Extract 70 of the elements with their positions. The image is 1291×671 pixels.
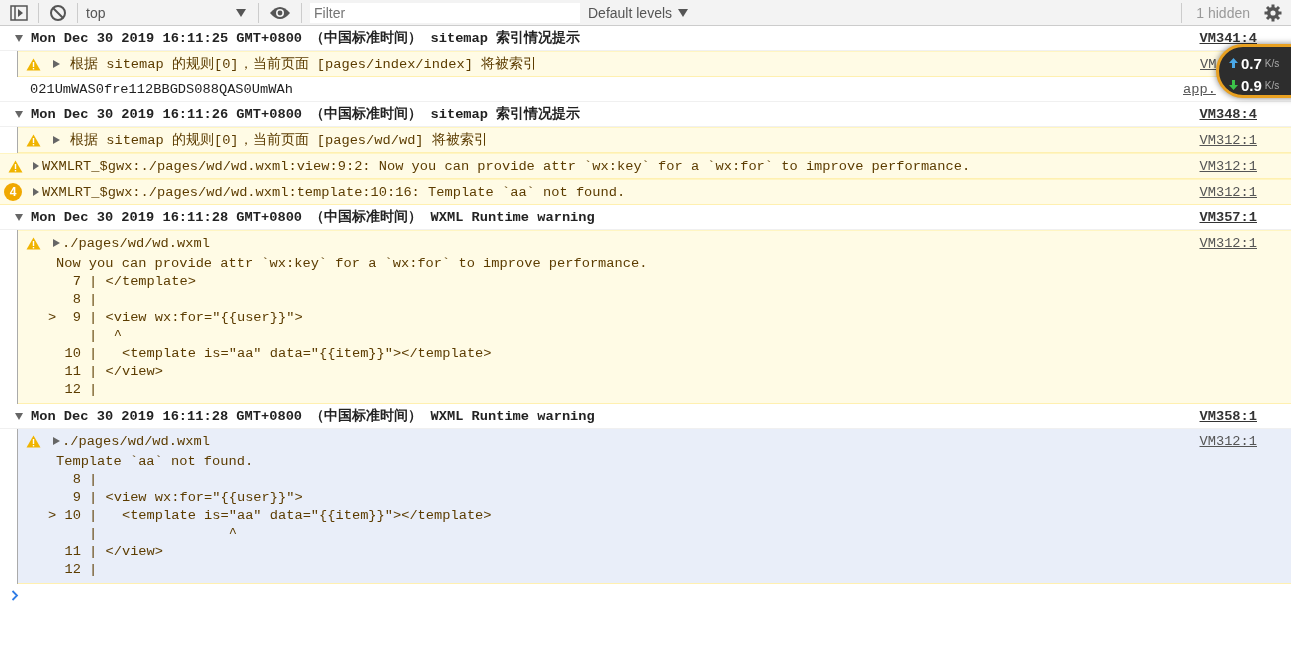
settings-icon[interactable] [1264, 3, 1282, 22]
group-title: Mon Dec 30 2019 16:11:25 GMT+0800 （中国标准时间） sitemap 索引情况提示 [31, 29, 581, 47]
warning-icon [26, 434, 41, 448]
context-select[interactable]: top [78, 4, 258, 21]
repeat-count-badge: 4 [4, 183, 22, 201]
speed-unit: K/s [1264, 57, 1280, 69]
code-line: 8 | [71, 291, 99, 309]
code-line: 11 | </view> [63, 543, 164, 561]
code-line: | ^ [88, 327, 123, 345]
prompt-chevron-icon[interactable] [11, 590, 19, 601]
source-link[interactable]: VM312:1 [1199, 235, 1257, 251]
warning-icon [8, 159, 23, 173]
download-speed: 0.9 [1241, 76, 1262, 94]
warning-detail: Now you can provide attr `wx:key` for a `wx:for` to improve performance. [56, 255, 649, 273]
warning-detail: Template `aa` not found. [56, 453, 255, 471]
warning-text: ./pages/wd/wd.wxml [62, 235, 210, 251]
sidebar-toggle-icon[interactable] [10, 4, 28, 21]
code-line: 12 | [63, 561, 99, 579]
hidden-count: 1 hidden [1196, 4, 1250, 21]
source-link[interactable]: VM312:1 [1199, 184, 1257, 200]
group-title: Mon Dec 30 2019 16:11:28 GMT+0800 （中国标准时间） WXML Runtime warning [31, 407, 595, 425]
warning-icon [26, 236, 41, 250]
download-arrow-icon [1229, 80, 1238, 90]
expand-triangle-icon[interactable] [15, 213, 23, 221]
expand-triangle-icon[interactable] [15, 110, 23, 118]
warning-text: WXMLRT_$gwx:./pages/wd/wd.wxml:template:10:16: Template `aa` not found. [42, 184, 626, 200]
expand-triangle-icon[interactable] [33, 162, 39, 170]
log-message: 021UmWAS0fre112BBGDS088QAS0UmWAh [30, 81, 293, 97]
source-link[interactable]: VM312:1 [1199, 158, 1257, 174]
expand-triangle-icon[interactable] [53, 136, 60, 144]
source-link[interactable]: app. [1183, 81, 1216, 97]
caret-icon [678, 8, 689, 17]
speed-unit: K/s [1264, 79, 1280, 91]
code-line: 11 | </view> [63, 363, 164, 381]
code-line: > 9 | <view wx:for="{{user}}"> [48, 309, 304, 327]
warning-text: WXMLRT_$gwx:./pages/wd/wd.wxml:view:9:2: Now you can provide attr `wx:key` for a `wx:for` to improve performance. [42, 158, 971, 174]
warning-text: 根据 sitemap 的规则[0]，当前页面 [pages/index/index] 将被索引 [70, 55, 538, 73]
source-link[interactable]: VM357:1 [1199, 209, 1257, 225]
source-link[interactable]: VM [1200, 56, 1217, 72]
source-link[interactable]: VM358:1 [1199, 408, 1257, 424]
warning-icon [26, 57, 41, 71]
expand-triangle-icon[interactable] [33, 188, 39, 196]
upload-arrow-icon [1229, 58, 1238, 68]
expand-triangle-icon[interactable] [53, 239, 60, 247]
source-link[interactable]: VM341:4 [1199, 30, 1257, 46]
levels-dropdown[interactable]: Default levels [588, 4, 689, 21]
code-line: 10 | <template is="aa" data="{{item}}"></template> [63, 345, 493, 363]
filter-field[interactable]: Filter [310, 2, 580, 23]
warning-text: 根据 sitemap 的规则[0]，当前页面 [pages/wd/wd] 将被索引 [70, 131, 488, 149]
group-title: Mon Dec 30 2019 16:11:28 GMT+0800 （中国标准时间） WXML Runtime warning [31, 208, 595, 226]
caret-icon [236, 8, 246, 17]
code-line: 8 | [71, 471, 99, 489]
warning-icon [26, 133, 41, 147]
source-link[interactable]: VM312:1 [1199, 132, 1257, 148]
eye-icon[interactable] [269, 5, 291, 20]
expand-triangle-icon[interactable] [15, 412, 23, 420]
code-line: | ^ [88, 525, 238, 543]
expand-triangle-icon[interactable] [53, 60, 60, 68]
code-line: > 10 | <template is="aa" data="{{item}}"></template> [48, 507, 493, 525]
upload-speed: 0.7 [1241, 54, 1262, 72]
code-line: 9 | <view wx:for="{{user}}"> [71, 489, 304, 507]
clear-console-icon[interactable] [49, 3, 67, 22]
expand-triangle-icon[interactable] [53, 437, 60, 445]
expand-triangle-icon[interactable] [15, 34, 23, 42]
code-line: 12 | [63, 381, 99, 399]
group-title: Mon Dec 30 2019 16:11:26 GMT+0800 （中国标准时间） sitemap 索引情况提示 [31, 105, 581, 123]
code-line: 7 | </template> [71, 273, 197, 291]
source-link[interactable]: VM348:4 [1199, 106, 1257, 122]
warning-text: ./pages/wd/wd.wxml [62, 433, 210, 449]
source-link[interactable]: VM312:1 [1199, 433, 1257, 449]
